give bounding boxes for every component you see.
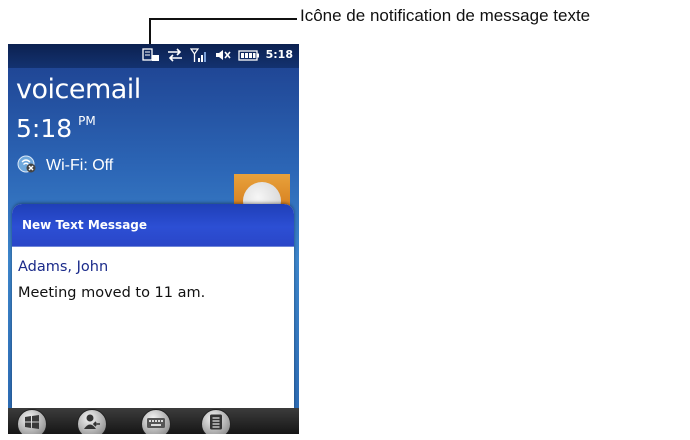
menu-button[interactable] <box>201 409 231 434</box>
status-bar: 5:18 <box>8 44 299 68</box>
notification-sender[interactable]: Adams, John <box>18 259 288 275</box>
annotation-label: Icône de notification de message texte <box>300 6 591 25</box>
contacts-reply-button[interactable] <box>77 409 107 434</box>
notification-header: New Text Message <box>12 204 294 247</box>
status-icons: 5:18 <box>141 47 293 63</box>
notification-message[interactable]: Meeting moved to 11 am. <box>18 285 288 301</box>
keyboard-icon <box>146 415 166 434</box>
data-connection-icon[interactable] <box>166 47 184 63</box>
wifi-status-label: Wi-Fi: Off <box>46 157 114 174</box>
menu-icon <box>208 413 224 434</box>
wifi-status-row[interactable]: Wi-Fi: Off <box>16 154 113 178</box>
annotation-pointer-line <box>149 18 151 44</box>
today-clock[interactable]: 5:18 PM <box>16 114 96 143</box>
notification-title: New Text Message <box>22 218 148 232</box>
status-clock[interactable]: 5:18 <box>266 47 293 63</box>
speaker-muted-icon[interactable] <box>214 47 232 63</box>
taskbar <box>8 408 299 434</box>
notification-popup[interactable]: New Text Message Adams, John Meeting mov… <box>12 204 294 409</box>
annotation-leader-line <box>149 18 297 20</box>
signal-strength-icon[interactable] <box>189 47 208 63</box>
battery-icon[interactable] <box>237 47 260 63</box>
contact-reply-icon <box>82 412 102 434</box>
start-button[interactable] <box>17 409 47 434</box>
device-screen: 5:18 voicemail 5:18 PM Wi-Fi: Off New Tex… <box>8 44 299 434</box>
notification-body: Adams, John Meeting moved to 11 am. <box>12 247 294 301</box>
keyboard-button[interactable] <box>141 409 171 434</box>
today-voicemail-title[interactable]: voicemail <box>16 74 141 105</box>
today-time-value: 5:18 <box>16 114 73 143</box>
start-icon <box>23 413 41 434</box>
text-message-notification-icon[interactable] <box>141 47 160 63</box>
today-ampm: PM <box>78 113 96 128</box>
wifi-off-icon <box>16 154 38 178</box>
